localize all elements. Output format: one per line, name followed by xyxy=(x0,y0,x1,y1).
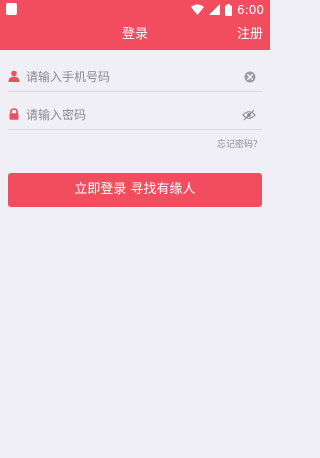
page-title: 登录 xyxy=(121,27,148,42)
signal-icon xyxy=(209,4,221,15)
status-time: 6:00 xyxy=(237,3,264,17)
clear-icon[interactable] xyxy=(244,71,256,83)
login-button[interactable]: 立即登录 寻找有缘人 xyxy=(8,173,262,207)
password-input[interactable] xyxy=(26,101,231,129)
forgot-password-link[interactable]: 忘记密码？ xyxy=(217,137,262,150)
battery-icon xyxy=(225,4,233,16)
lock-icon xyxy=(9,108,19,120)
eye-hidden-icon[interactable] xyxy=(242,109,256,121)
app-bar: 登录 注册 xyxy=(0,20,270,50)
password-field xyxy=(8,101,262,130)
notification-icon xyxy=(6,3,17,15)
status-bar: 6:00 xyxy=(0,0,270,20)
phone-field xyxy=(8,63,262,92)
phone-input[interactable] xyxy=(26,63,231,91)
wifi-icon xyxy=(191,4,205,15)
user-icon xyxy=(8,70,20,82)
register-button[interactable]: 注册 xyxy=(237,20,263,50)
